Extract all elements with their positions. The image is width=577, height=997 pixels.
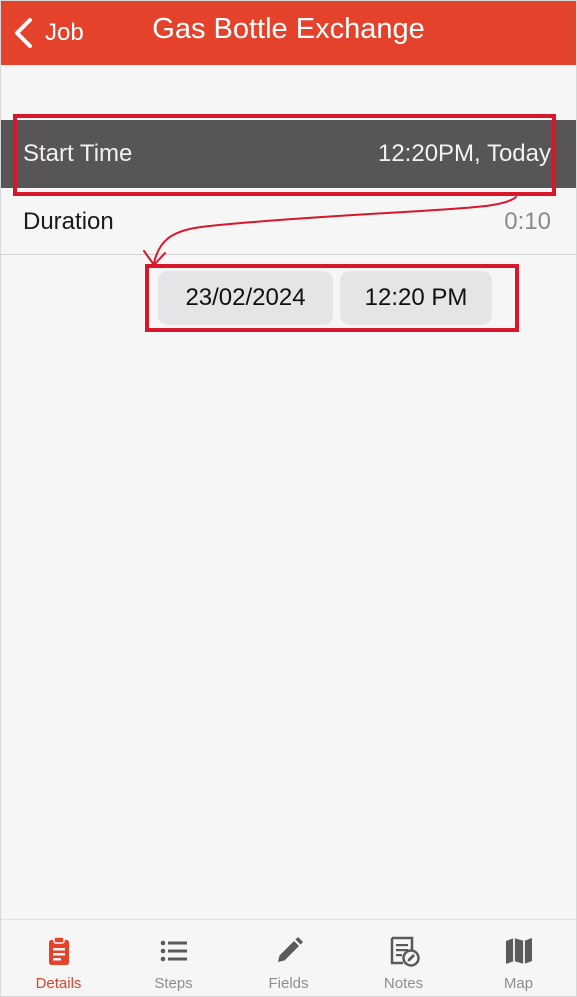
app-screen: Job Gas Bottle Exchange Start Time 12:20… — [0, 0, 577, 997]
tab-fields[interactable]: Fields — [231, 920, 346, 996]
list-icon — [160, 940, 187, 962]
tab-map[interactable]: Map — [461, 920, 576, 996]
tab-label: Details — [35, 975, 82, 992]
tab-details[interactable]: Details — [1, 920, 116, 996]
tab-steps[interactable]: Steps — [116, 920, 231, 996]
tab-bar: Details Steps Fields Notes Map — [1, 919, 576, 996]
tab-label: Map — [503, 975, 534, 992]
note-edit-icon — [390, 936, 420, 967]
tab-label: Notes — [383, 975, 424, 992]
map-icon — [505, 938, 532, 964]
annotation-arrow — [143, 196, 517, 266]
clipboard-icon — [48, 936, 69, 965]
pencil-icon — [277, 937, 303, 962]
tab-label: Fields — [268, 975, 309, 992]
tab-label: Steps — [154, 975, 193, 992]
tab-notes[interactable]: Notes — [346, 920, 461, 996]
